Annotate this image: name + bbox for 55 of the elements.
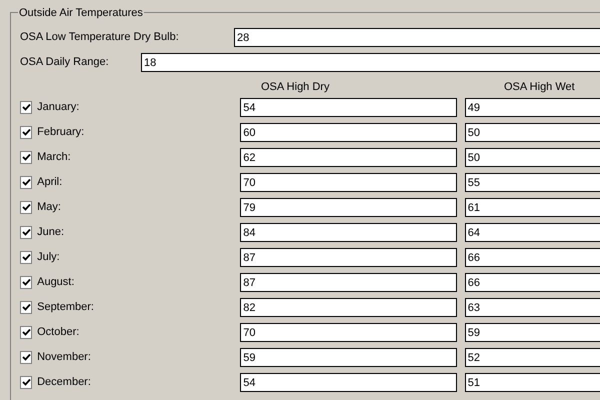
input-field[interactable]: 18 (141, 53, 600, 72)
input-field[interactable]: 70 (240, 173, 457, 192)
input-field[interactable]: 52 (464, 348, 600, 367)
input-field[interactable]: 64 (464, 223, 600, 242)
month-label: February: (37, 125, 86, 140)
input-field[interactable]: 59 (240, 348, 457, 367)
month-label: April: (37, 175, 64, 190)
input-field[interactable]: 63 (464, 298, 600, 317)
input-field[interactable]: 82 (240, 298, 457, 317)
checkbox[interactable] (20, 201, 32, 214)
input-field[interactable]: 87 (240, 273, 457, 292)
checkbox[interactable] (20, 301, 32, 314)
month-label: November: (37, 350, 92, 366)
column-header: OSA High Dry (261, 80, 330, 95)
input-field[interactable]: 70 (240, 323, 457, 342)
input-field[interactable]: 60 (240, 123, 457, 142)
input-field[interactable]: 51 (464, 373, 600, 392)
checkbox[interactable] (20, 276, 32, 289)
input-field[interactable]: 55 (464, 173, 600, 192)
month-label: May: (37, 200, 62, 216)
checkbox[interactable] (20, 376, 32, 389)
month-label: June: (37, 225, 66, 240)
input-field[interactable]: 79 (240, 198, 457, 217)
input-field[interactable]: 59 (464, 323, 600, 342)
month-label: July: (37, 250, 61, 266)
field-label: OSA Low Temperature Dry Bulb: (20, 30, 180, 46)
checkbox[interactable] (20, 151, 32, 164)
input-field[interactable]: 49 (464, 98, 600, 117)
column-header: OSA High Wet (504, 80, 575, 95)
field-label: OSA Daily Range: (20, 55, 110, 70)
input-field[interactable]: 84 (240, 223, 457, 242)
month-label: August: (37, 275, 76, 290)
input-field[interactable]: 66 (464, 273, 600, 292)
checkbox[interactable] (20, 101, 32, 114)
input-field[interactable]: 66 (464, 248, 600, 267)
input-field[interactable]: 50 (464, 148, 600, 167)
month-label: September: (37, 300, 95, 316)
input-field[interactable]: 54 (240, 373, 457, 392)
group-title: Outside Air Temperatures (18, 5, 144, 22)
input-field[interactable]: 28 (234, 28, 600, 47)
checkbox[interactable] (20, 351, 32, 364)
input-field[interactable]: 61 (464, 198, 600, 217)
month-label: January: (37, 100, 80, 116)
input-field[interactable]: 54 (240, 98, 457, 117)
input-field[interactable]: 50 (464, 123, 600, 142)
month-label: December: (37, 375, 92, 390)
checkbox[interactable] (20, 326, 32, 339)
checkbox[interactable] (20, 251, 32, 264)
checkbox[interactable] (20, 126, 32, 139)
month-label: October: (37, 325, 80, 340)
checkbox[interactable] (20, 226, 32, 239)
input-field[interactable]: 62 (240, 148, 457, 167)
month-label: March: (37, 150, 72, 166)
input-field[interactable]: 87 (240, 248, 457, 267)
checkbox[interactable] (20, 176, 32, 189)
